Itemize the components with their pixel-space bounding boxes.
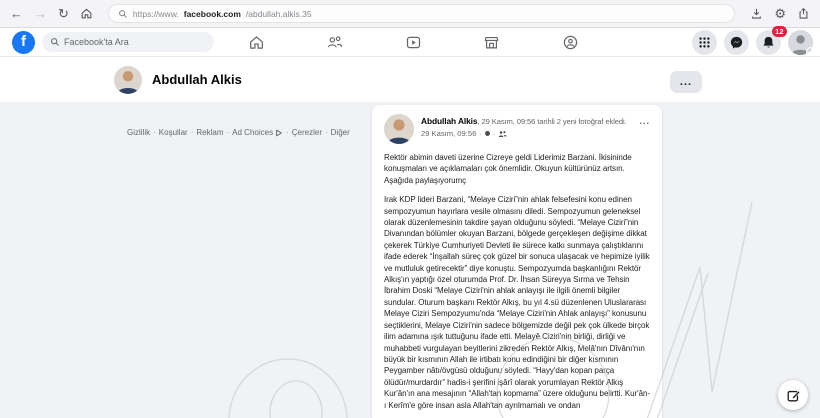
post-author-avatar[interactable] <box>384 114 414 144</box>
marketplace-nav-icon[interactable] <box>474 34 510 51</box>
share-icon[interactable] <box>797 7 810 20</box>
back-icon[interactable]: ← <box>10 7 23 20</box>
post-paragraph: Irak KDP lideri Barzani, “Melaye Ciziri”… <box>384 194 650 411</box>
post-timestamp[interactable]: 29 Kasım, 09:56 <box>421 129 476 138</box>
search-placeholder: Facebook'ta Ara <box>64 37 129 47</box>
grid-icon <box>698 36 711 49</box>
post-author-name[interactable]: Abdullah Alkis <box>421 116 477 126</box>
groups-nav-icon[interactable] <box>552 34 588 51</box>
messenger-icon <box>729 35 744 50</box>
clock-icon <box>485 131 490 136</box>
separator-dot: · <box>226 128 229 137</box>
footer-link-ad-choices[interactable]: Ad Choices <box>232 128 283 137</box>
search-icon <box>50 37 60 47</box>
compose-button[interactable] <box>778 380 808 410</box>
separator-dot: · <box>191 128 194 137</box>
friends-privacy-icon <box>498 130 507 138</box>
post-paragraph: Rektör abimin daveti üzerine Cizreye gel… <box>384 152 650 186</box>
profile-avatar[interactable] <box>114 66 142 94</box>
bell-icon <box>761 35 776 50</box>
separator-dot: · <box>325 128 328 137</box>
facebook-header: f Facebook'ta Ara 12 <box>0 28 820 57</box>
friends-nav-icon[interactable] <box>317 34 353 51</box>
footer-link-diğer[interactable]: Diğer <box>331 128 350 137</box>
chevron-down-icon: ▼ <box>806 47 813 55</box>
post-card: Abdullah Alkis, 29 Kasım, 09:56 tarihli … <box>372 105 662 418</box>
profile-name: Abdullah Alkis <box>152 72 242 87</box>
header-actions: 12 ▼ <box>692 30 813 55</box>
url-path: /abdullah.alkis.35 <box>246 9 312 19</box>
profile-more-button[interactable]: ... <box>670 71 702 93</box>
compose-icon <box>786 388 801 403</box>
home-nav-icon[interactable] <box>238 34 274 51</box>
notification-badge: 12 <box>772 26 787 37</box>
footer-links: Gizlilik·Koşullar·Reklam·Ad Choices·Çere… <box>127 128 350 137</box>
facebook-nav <box>238 28 588 57</box>
post-subline: 29 Kasım, 09:56 · · <box>421 129 627 138</box>
watch-nav-icon[interactable] <box>395 34 431 51</box>
footer-link-gizlilik[interactable]: Gizlilik <box>127 128 150 137</box>
footer-link-koşullar[interactable]: Koşullar <box>159 128 188 137</box>
adchoices-icon <box>275 129 283 137</box>
account-menu-button[interactable]: ▼ <box>788 30 813 55</box>
post-more-button[interactable]: ... <box>639 117 650 125</box>
messenger-button[interactable] <box>724 30 749 55</box>
search-icon <box>118 9 128 19</box>
browser-home-icon[interactable] <box>80 7 93 20</box>
separator-dot: · <box>479 129 482 138</box>
page-content: Gizlilik·Koşullar·Reklam·Ad Choices·Çere… <box>0 102 820 418</box>
footer-link-çerezler[interactable]: Çerezler <box>292 128 322 137</box>
apps-menu-button[interactable] <box>692 30 717 55</box>
address-bar[interactable]: https://www. facebook.com/abdullah.alkis.… <box>108 4 735 23</box>
separator-dot: · <box>286 128 289 137</box>
notifications-button[interactable]: 12 <box>756 30 781 55</box>
post-headline: Abdullah Alkis, 29 Kasım, 09:56 tarihli … <box>421 116 627 126</box>
profile-header: Abdullah Alkis ... <box>0 57 820 102</box>
footer-link-reklam[interactable]: Reklam <box>196 128 223 137</box>
browser-toolbar: ← → ↻ https://www. facebook.com/abdullah.… <box>0 0 820 28</box>
post-meta: Abdullah Alkis, 29 Kasım, 09:56 tarihli … <box>421 114 627 144</box>
forward-icon[interactable]: → <box>34 7 47 20</box>
settings-icon[interactable]: ⚙ <box>774 6 786 22</box>
post-text: Rektör abimin daveti üzerine Cizreye gel… <box>384 152 650 411</box>
facebook-logo[interactable]: f <box>12 31 35 54</box>
facebook-search-input[interactable]: Facebook'ta Ara <box>42 32 214 52</box>
post-headline-suffix: , 29 Kasım, 09:56 tarihli 2 yeni fotoğra… <box>477 117 626 126</box>
reload-icon[interactable]: ↻ <box>58 7 69 20</box>
url-domain: facebook.com <box>184 9 241 19</box>
separator-dot: · <box>493 129 496 138</box>
post-header: Abdullah Alkis, 29 Kasım, 09:56 tarihli … <box>384 114 650 144</box>
download-icon[interactable] <box>750 7 763 20</box>
separator-dot: · <box>153 128 156 137</box>
url-scheme: https://www. <box>133 9 179 19</box>
